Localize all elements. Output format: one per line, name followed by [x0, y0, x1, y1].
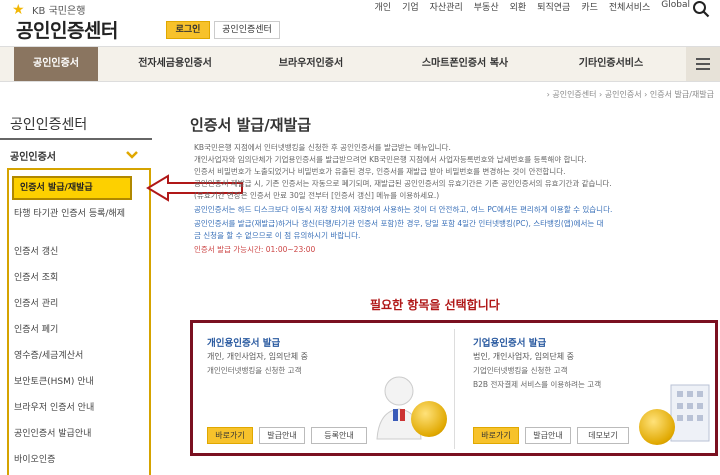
nav-browser-cert[interactable]: 브라우저인증서	[256, 47, 366, 81]
gnb-realestate[interactable]: 부동산	[474, 0, 499, 16]
search-icon[interactable]	[692, 0, 710, 18]
sidebar-item-hsm[interactable]: 보안토큰(HSM) 안내	[14, 376, 140, 388]
sidebar-item-browser-cert[interactable]: 브라우저 인증서 안내	[14, 402, 140, 414]
sidebar-divider	[0, 138, 152, 140]
gnb-all-services[interactable]: 전체서비스	[609, 0, 650, 16]
sidebar-item-receipt[interactable]: 영수증/세금계산서	[14, 350, 140, 362]
info-item: 인증서 발급 가능시간: 01:00~23:00	[194, 245, 316, 254]
global-nav: 개인 기업 자산관리 부동산 외환 퇴직연금 카드 전체서비스 Global	[375, 0, 690, 16]
main-nav: 공인인증서 전자세금용인증서 브라우저인증서 스마트폰인증서 복사 기타인증서비…	[0, 46, 720, 82]
info-item: 공인인증서는 하드 디스크보다 이동식 저장 장치에 저장하여 사용하는 것이 …	[194, 205, 613, 214]
info-item: KB국민은행 지점에서 인터넷뱅킹을 신청한 후 공인인증서를 발급받는 메뉴입…	[194, 143, 451, 152]
gnb-global[interactable]: Global	[661, 0, 690, 16]
info-item: 공인인증서 재발급 시, 기존 인증서는 자동으로 폐기되며, 재발급된 공인인…	[194, 179, 612, 188]
info-item: 개인사업자와 임의단체가 기업용인증서를 발급받으려면 KB국민은행 지점에서 …	[194, 155, 587, 164]
gnb-business[interactable]: 기업	[402, 0, 419, 16]
info-item: (유효기간 연장은 인증서 만료 30일 전부터 [인증서 갱신] 메뉴를 이용…	[194, 191, 440, 200]
nav-other-services[interactable]: 기타인증서비스	[556, 47, 666, 81]
card-subtitle: 법인, 개인사업자, 임의단체 중	[473, 352, 575, 361]
sidebar-item-manage[interactable]: 인증서 관리	[14, 298, 140, 310]
login-button[interactable]: 로그인	[166, 21, 210, 39]
gnb-asset[interactable]: 자산관리	[430, 0, 463, 16]
medal-icon	[411, 401, 447, 437]
breadcrumb: › 공인인증센터 › 공인인증서 › 인증서 발급/재발급	[546, 90, 714, 99]
sidebar-title: 공인인증센터	[10, 117, 88, 133]
info-item: 공인인증서를 발급(재발급)하거나 갱신(타행/타기관 인증서 포함)한 경우,…	[194, 219, 604, 228]
personal-go-button[interactable]: 바로가기	[207, 427, 253, 444]
select-notice: 필요한 항목을 선택합니다	[370, 298, 500, 312]
card-bullet: B2B 전자결제 서비스를 이용하려는 고객	[473, 380, 602, 389]
cert-center-button[interactable]: 공인인증센터	[214, 21, 280, 39]
sidebar-item-renew[interactable]: 인증서 갱신	[14, 246, 140, 258]
medal-icon	[639, 409, 675, 445]
personal-issue-guide-button[interactable]: 발급안내	[259, 427, 305, 444]
info-item: 금 신청을 할 수 없으므로 이 점 유의하시기 바랍니다.	[194, 231, 361, 240]
business-issue-guide-button[interactable]: 발급안내	[525, 427, 571, 444]
business-go-button[interactable]: 바로가기	[473, 427, 519, 444]
card-bullet: 개인인터넷뱅킹을 신청한 고객	[207, 366, 302, 375]
top-bar: ★ KB 국민은행 공인인증센터 로그인 공인인증센터 개인 기업 자산관리 부…	[0, 0, 720, 46]
cert-options-box: 개인용인증서 발급 개인, 개인사업자, 임의단체 중 개인인터넷뱅킹을 신청한…	[190, 320, 718, 456]
sidebar-item-issue-guide[interactable]: 공인인증서 발급안내	[14, 428, 140, 440]
kb-logo[interactable]: ★ KB 국민은행	[12, 1, 86, 18]
page-title: 인증서 발급/재발급	[190, 116, 312, 134]
gnb-personal[interactable]: 개인	[375, 0, 392, 16]
sidebar-item-other-bank-register[interactable]: 타행 타기관 인증서 등록/해제	[14, 208, 140, 220]
gnb-pension[interactable]: 퇴직연금	[537, 0, 570, 16]
kb-star-icon: ★	[12, 1, 25, 18]
sidebar-item-lookup[interactable]: 인증서 조회	[14, 272, 140, 284]
card-title: 개인용인증서 발급	[207, 338, 281, 349]
business-cert-card: 기업용인증서 발급 법인, 개인사업자, 임의단체 중 기업인터넷뱅킹을 신청한…	[465, 329, 720, 449]
gnb-card[interactable]: 카드	[581, 0, 598, 16]
sidebar-item-bio-auth[interactable]: 바이오인증	[14, 454, 140, 466]
card-subtitle: 개인, 개인사업자, 임의단체 중	[207, 352, 309, 361]
sidebar-item-issue-reissue[interactable]: 인증서 발급/재발급	[12, 176, 132, 200]
sidebar-group-label[interactable]: 공인인증서	[10, 148, 56, 163]
nav-tax-cert[interactable]: 전자세금용인증서	[120, 47, 230, 81]
sidebar-item-revoke[interactable]: 인증서 폐기	[14, 324, 140, 336]
card-bullet: 기업인터넷뱅킹을 신청한 고객	[473, 366, 568, 375]
card-title: 기업용인증서 발급	[473, 338, 547, 349]
info-item: 인증서 비밀번호가 노출되었거나 비밀번호가 유출된 경우, 인증서를 재발급 …	[194, 167, 566, 176]
gnb-forex[interactable]: 외환	[510, 0, 527, 16]
nav-public-cert[interactable]: 공인인증서	[14, 47, 98, 81]
personal-register-guide-button[interactable]: 등록안내	[311, 427, 367, 444]
site-title[interactable]: 공인인증센터	[16, 16, 118, 43]
nav-smartphone-copy[interactable]: 스마트폰인증서 복사	[400, 47, 530, 81]
bank-logo-text: KB 국민은행	[32, 6, 86, 17]
hamburger-menu-icon[interactable]	[686, 47, 720, 81]
personal-cert-card: 개인용인증서 발급 개인, 개인사업자, 임의단체 중 개인인터넷뱅킹을 신청한…	[199, 329, 455, 449]
business-demo-button[interactable]: 데모보기	[577, 427, 629, 444]
chevron-down-icon[interactable]	[126, 150, 138, 160]
